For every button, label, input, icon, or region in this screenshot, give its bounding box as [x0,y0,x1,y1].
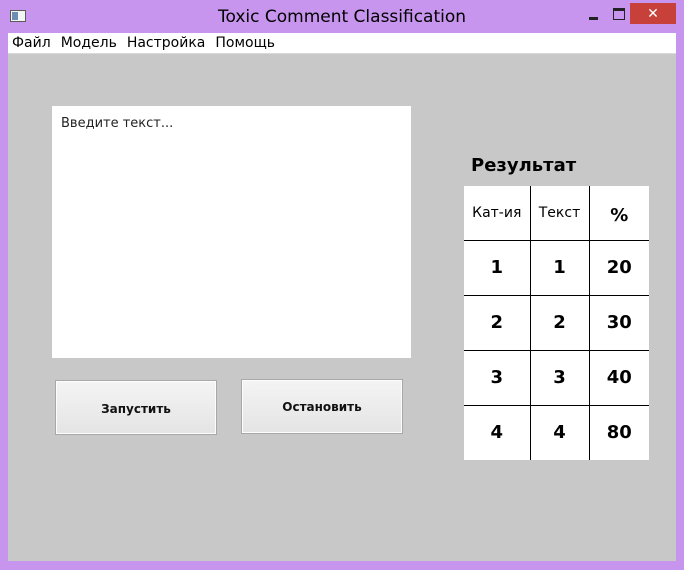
cell-category: 4 [464,404,531,460]
result-row: 4 4 80 [464,404,649,460]
close-icon: ✕ [647,5,659,22]
menu-bar: Файл Модель Настройка Помощь [8,33,676,54]
result-header-row: Кат-ия Текст % [464,186,649,241]
cell-text: 1 [529,239,590,296]
maximize-button[interactable] [608,4,630,24]
title-bar[interactable]: Toxic Comment Classification ✕ [0,0,684,33]
cell-category: 3 [464,349,531,406]
cell-text: 2 [529,294,590,351]
minimize-button[interactable] [582,4,604,24]
menu-settings[interactable]: Настройка [122,33,211,54]
result-table: Кат-ия Текст % 1 1 20 2 2 30 3 3 40 4 4 [464,186,649,460]
app-window: Toxic Comment Classification ✕ Файл Моде… [0,0,684,570]
run-button-label: Запустить [101,402,171,416]
client-area: Запустить Остановить Результат Кат-ия Те… [8,54,676,561]
stop-button-label: Остановить [282,399,362,414]
cell-percent: 40 [588,349,649,406]
cell-category: 2 [464,294,531,351]
comment-text-input[interactable] [52,106,411,358]
cell-percent: 30 [588,294,649,351]
run-button[interactable]: Запустить [55,380,217,435]
header-percent: % [588,186,649,241]
header-text: Текст [529,186,590,241]
header-category: Кат-ия [464,186,531,241]
cell-category: 1 [464,239,531,296]
cell-percent: 80 [588,404,649,460]
cell-text: 4 [529,404,590,460]
cell-text: 3 [529,349,590,406]
close-button[interactable]: ✕ [630,3,676,24]
menu-model[interactable]: Модель [56,33,122,54]
menu-help[interactable]: Помощь [210,33,280,54]
result-title: Результат [471,155,577,176]
result-row: 1 1 20 [464,239,649,296]
result-row: 2 2 30 [464,294,649,351]
cell-percent: 20 [588,239,649,296]
result-row: 3 3 40 [464,349,649,406]
stop-button[interactable]: Остановить [241,379,403,434]
menu-file[interactable]: Файл [8,33,56,54]
